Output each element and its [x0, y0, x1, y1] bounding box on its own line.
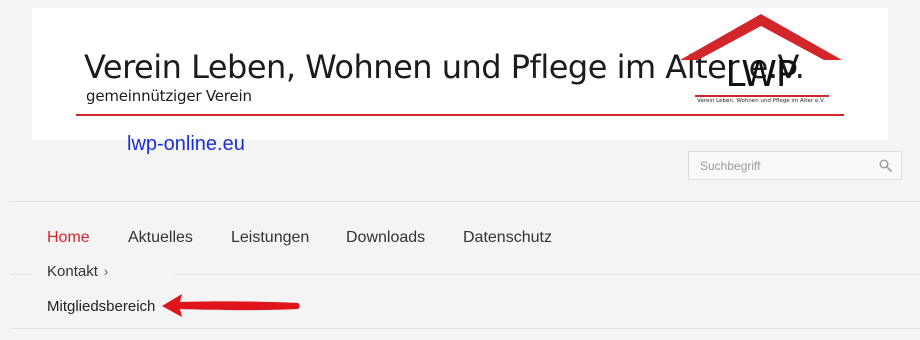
- header-divider: [76, 114, 844, 116]
- submenu-divider-left: [10, 274, 32, 275]
- nav-item-kontakt-label: Kontakt: [47, 263, 98, 280]
- logo-caption: Verein Leben, Wohnen und Pflege im Alter…: [697, 98, 825, 104]
- site-url-link[interactable]: lwp-online.eu: [127, 133, 245, 156]
- chevron-right-icon: ›: [103, 264, 109, 279]
- nav-item-datenschutz[interactable]: Datenschutz: [463, 229, 552, 247]
- nav-top-divider: [10, 201, 920, 202]
- search-input[interactable]: [689, 152, 880, 179]
- site-subtitle: gemeinnütziger Verein: [86, 87, 252, 105]
- submenu-divider-right: [175, 274, 920, 275]
- nav-bottom-divider: [10, 328, 920, 329]
- nav-item-leistungen[interactable]: Leistungen: [231, 229, 309, 247]
- red-arrow-annotation: [162, 294, 300, 317]
- nav-item-kontakt[interactable]: Kontakt ›: [47, 263, 108, 280]
- nav-item-downloads[interactable]: Downloads: [346, 229, 425, 247]
- page: Verein Leben, Wohnen und Pflege im Alter…: [0, 0, 920, 340]
- lwp-logo[interactable]: LWP Verein Leben, Wohnen und Pflege im A…: [680, 14, 842, 114]
- search-box[interactable]: [688, 151, 902, 180]
- nav-item-aktuelles[interactable]: Aktuelles: [128, 229, 193, 247]
- nav-item-home[interactable]: Home: [47, 229, 90, 247]
- header-banner[interactable]: Verein Leben, Wohnen und Pflege im Alter…: [32, 8, 888, 140]
- nav-item-mitgliedsbereich[interactable]: Mitgliedsbereich: [47, 298, 155, 315]
- logo-letters: LWP: [725, 54, 797, 95]
- search-icon[interactable]: [879, 159, 892, 172]
